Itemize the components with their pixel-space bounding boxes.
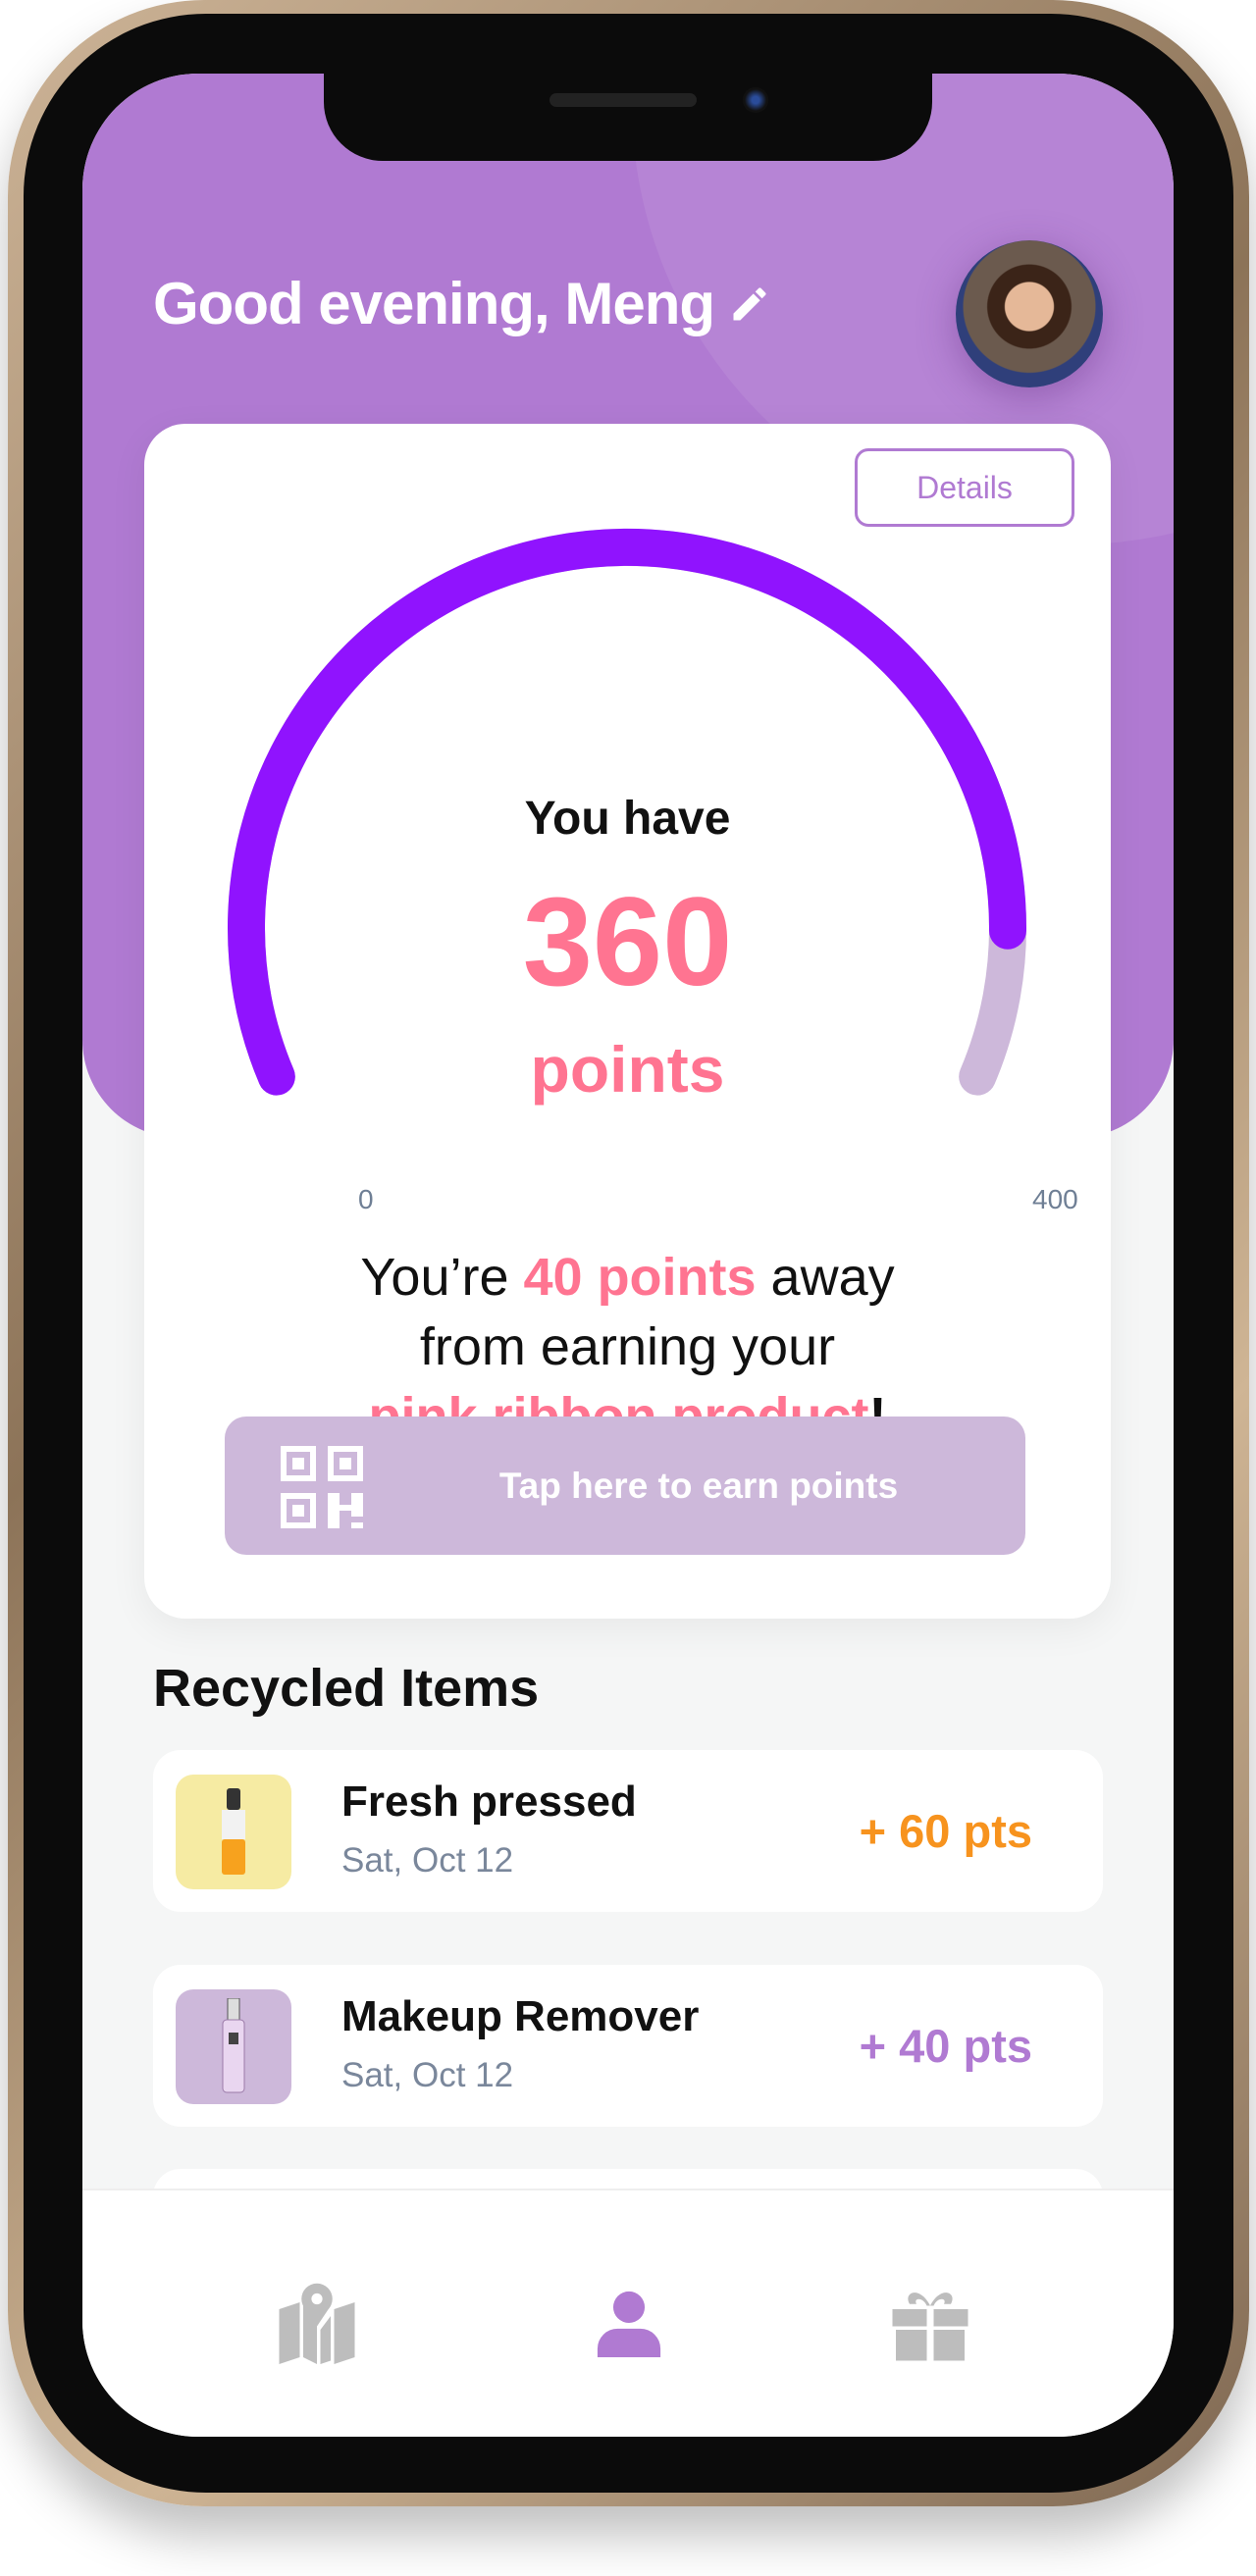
tab-gifts[interactable] [886,2279,974,2367]
profile-icon [597,2291,661,2357]
item-name: Makeup Remover [341,1992,700,2040]
list-item[interactable]: Makeup Remover Sat, Oct 12 + 40 pts [153,1965,1103,2127]
product-thumbnail [176,1775,291,1889]
notch [324,74,932,161]
earn-points-button[interactable]: Tap here to earn points [225,1417,1025,1555]
tab-profile[interactable] [585,2279,673,2367]
app-screen: Good evening, Meng Details You have 360 … [82,74,1174,2437]
item-date: Sat, Oct 12 [341,2056,514,2094]
avatar[interactable] [956,240,1103,387]
bottle-icon [222,1997,245,2092]
gauge-max-label: 400 [1032,1184,1078,1214]
item-date: Sat, Oct 12 [341,1841,514,1880]
tab-bar [82,2189,1174,2437]
camera [743,87,768,113]
list-item[interactable]: Fresh pressed Sat, Oct 12 + 60 pts [153,1750,1103,1912]
msg-text: away [756,1248,895,1307]
msg-points-remaining: 40 points [523,1248,757,1307]
earn-points-label: Tap here to earn points [498,1465,899,1506]
points-gauge [228,529,1026,1096]
points-card: Details You have 360 points 0 400 You’re… [144,424,1111,1619]
greeting: Good evening, Meng [153,270,771,337]
item-points: + 40 pts [859,2020,1032,2072]
points-unit: points [530,1033,725,1106]
msg-text: from earning your [419,1317,836,1376]
gift-icon [892,2293,968,2361]
points-value: 360 [522,872,733,1012]
product-thumbnail [176,1989,291,2104]
speaker [550,93,697,107]
tab-map[interactable] [273,2279,361,2367]
item-points: + 60 pts [859,1805,1032,1857]
item-name: Fresh pressed [341,1777,637,1826]
you-have-label: You have [524,793,731,845]
gauge-min-label: 0 [358,1184,374,1214]
edit-pencil-icon[interactable] [728,283,771,326]
msg-text: You’re [360,1248,524,1307]
greeting-text: Good evening, Meng [153,271,715,336]
bottle-icon [222,1787,245,1875]
recycled-items-heading: Recycled Items [153,1659,540,1718]
map-icon [279,2283,355,2364]
